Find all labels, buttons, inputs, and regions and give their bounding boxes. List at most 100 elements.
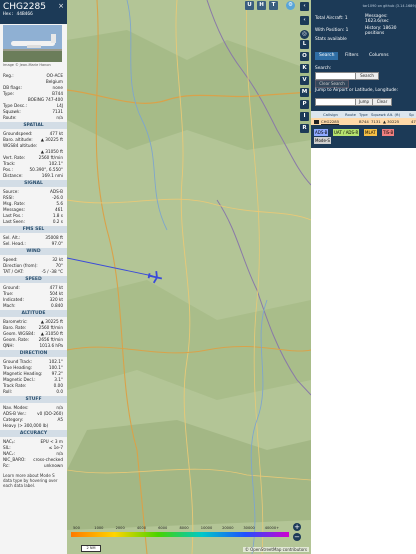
row-callsign[interactable]: CHG2285 [321, 118, 339, 125]
detail-row: Sel. Head.: 97.0° [3, 241, 63, 247]
detail-value: 0.0 [56, 389, 63, 394]
map-button-l[interactable]: L [300, 40, 309, 49]
settings-gear-icon[interactable]: ⚙ [286, 1, 295, 10]
map-button-i[interactable]: I [300, 112, 309, 121]
source-tisb[interactable]: TIS-B [382, 129, 395, 136]
colorbar-label: 500 [73, 526, 80, 530]
row-squawk: 7131 [371, 119, 381, 124]
stats-available: Stats available [315, 37, 347, 42]
detail-value: unknown [43, 463, 63, 468]
with-position: With Position: 1 [315, 28, 349, 33]
version-link[interactable]: tar1090 on github (3.14.1689) [311, 4, 416, 8]
section-accuracy[interactable]: ACCURACY [0, 430, 67, 437]
map-attribution[interactable]: © OpenStreetMap contributors [242, 547, 309, 552]
scale-bar: 2 NM [81, 545, 101, 552]
row-altitude: ▲ 30225 [383, 119, 400, 124]
detail-label: Rc: [3, 463, 10, 468]
detail-value: 0.2 s [52, 219, 63, 224]
detail-label: Distance: [3, 173, 23, 178]
altitude-color-legend: 500 1000 2000 4000 6000 8000 10000 20000 30000 40… [71, 526, 289, 537]
zoom-out-button[interactable]: − [293, 533, 301, 541]
chevron-left-icon[interactable]: ‹ [300, 2, 309, 11]
map-button-v[interactable]: V [300, 76, 309, 85]
search-button[interactable]: Search [355, 72, 379, 80]
detail-value: 0.840 [51, 303, 63, 308]
colorbar-label: 4000 [136, 526, 147, 530]
aircraft-callsign: CHG2285 [3, 2, 46, 12]
detail-label: TAT / OAT: [3, 269, 24, 274]
col-route[interactable]: Route [345, 111, 356, 118]
detail-row: Route: n/a [3, 115, 63, 121]
detail-row: Heavy (> 300,000 lb) [3, 423, 63, 429]
aircraft-list-panel: tar1090 on github (3.14.1689) Total Airc… [311, 0, 416, 554]
messages-rate: 1623.6/sec [365, 19, 389, 24]
chevron-left-icon-2[interactable]: ‹ [300, 16, 309, 25]
learn-more-note: Learn more about Mode S data type by hov… [3, 473, 58, 488]
map-button-m[interactable]: M [300, 88, 309, 97]
section-fms[interactable]: FMS SEL [0, 226, 67, 233]
tab-filters[interactable]: Filters [341, 52, 363, 60]
detail-label: Sel. Head.: [3, 241, 26, 246]
map-button-u[interactable]: U [245, 1, 254, 10]
colorbar-label: 6000 [158, 526, 168, 530]
section-signal[interactable]: SIGNAL [0, 180, 67, 187]
detail-row: Last Seen: 0.2 s [3, 219, 63, 225]
detail-label: Route: [3, 115, 17, 120]
map-button-k[interactable]: K [300, 64, 309, 73]
section-stuff[interactable]: STUFF [0, 396, 67, 403]
jump-input[interactable] [315, 98, 357, 106]
map[interactable]: U H T ⚙ ‹ ‹ ◎ L O K V M P I R + − 500 100… [67, 0, 311, 554]
map-button-h[interactable]: H [257, 1, 266, 10]
section-wind[interactable]: WIND [0, 248, 67, 255]
stats-header: tar1090 on github (3.14.1689) Total Airc… [311, 0, 416, 148]
detail-row: TAT / OAT: -5 / -38 °C [3, 269, 63, 275]
aircraft-info-panel: CHG2285 Hex: 44B466 × Image © Jean-Marie… [0, 0, 68, 554]
map-button-o[interactable]: O [300, 52, 309, 61]
jump-label: Jump to Airport or Latitude, Longitude: [315, 88, 399, 93]
zoom-in-button[interactable]: + [293, 523, 301, 531]
col-altitude[interactable]: Alt. (ft) [387, 111, 400, 118]
tab-search[interactable]: Search [315, 52, 339, 60]
col-type[interactable]: Type [359, 111, 368, 118]
tab-columns[interactable]: Columns [365, 52, 393, 60]
section-spatial[interactable]: SPATIAL [0, 122, 67, 129]
source-mlat[interactable]: MLAT [364, 129, 377, 136]
detail-value: 169.1 nmi [41, 173, 63, 178]
detail-row: Mach: 0.840 [3, 303, 63, 309]
col-squawk[interactable]: Squawk [371, 111, 386, 118]
map-button-r[interactable]: R [300, 124, 309, 133]
aircraft-header: CHG2285 Hex: 44B466 × [0, 0, 67, 24]
source-modes[interactable]: Mode-S [314, 137, 331, 144]
detail-label: Last Seen: [3, 219, 25, 224]
section-direction[interactable]: DIRECTION [0, 350, 67, 357]
col-callsign[interactable]: Callsign [323, 111, 338, 118]
colorbar-label: 10000 [200, 526, 213, 530]
aircraft-photo[interactable] [3, 25, 62, 62]
clear-button[interactable]: Clear [372, 98, 392, 106]
source-uat[interactable]: UAT / ADS-R [333, 129, 360, 136]
colorbar-label: 8000 [179, 526, 189, 530]
detail-label: Mach: [3, 303, 16, 308]
colorbar-label: 30000 [243, 526, 255, 530]
col-speed[interactable]: Sp [409, 111, 414, 118]
table-header: Callsign Route Type Squawk Alt. (ft) Sp [311, 111, 416, 118]
section-altitude[interactable]: ALTITUDE [0, 310, 67, 317]
aircraft-hex: Hex: 44B466 [3, 12, 33, 17]
colorbar-label: 40000+ [264, 526, 280, 530]
section-speed[interactable]: SPEED [0, 276, 67, 283]
search-input[interactable] [315, 72, 357, 80]
close-icon[interactable]: × [58, 2, 64, 10]
colorbar-label: 2000 [115, 526, 125, 530]
detail-label: Heavy (> 300,000 lb) [3, 423, 49, 428]
source-adsb[interactable]: ADS-B [314, 129, 329, 136]
detail-row: Rc: unknown [3, 463, 63, 469]
table-row[interactable]: CHG2285 B744 7131 ▲ 30225 47 [311, 118, 416, 125]
search-label: Search: [315, 66, 332, 71]
map-button-p[interactable]: P [300, 100, 309, 109]
jump-button[interactable]: Jump [355, 98, 373, 106]
recenter-icon[interactable]: ◎ [300, 30, 309, 39]
map-canvas[interactable] [67, 0, 311, 554]
detail-value: -5 / -38 °C [41, 269, 63, 274]
map-button-t[interactable]: T [269, 1, 278, 10]
clear-search-button[interactable]: Clear Search [315, 80, 349, 88]
